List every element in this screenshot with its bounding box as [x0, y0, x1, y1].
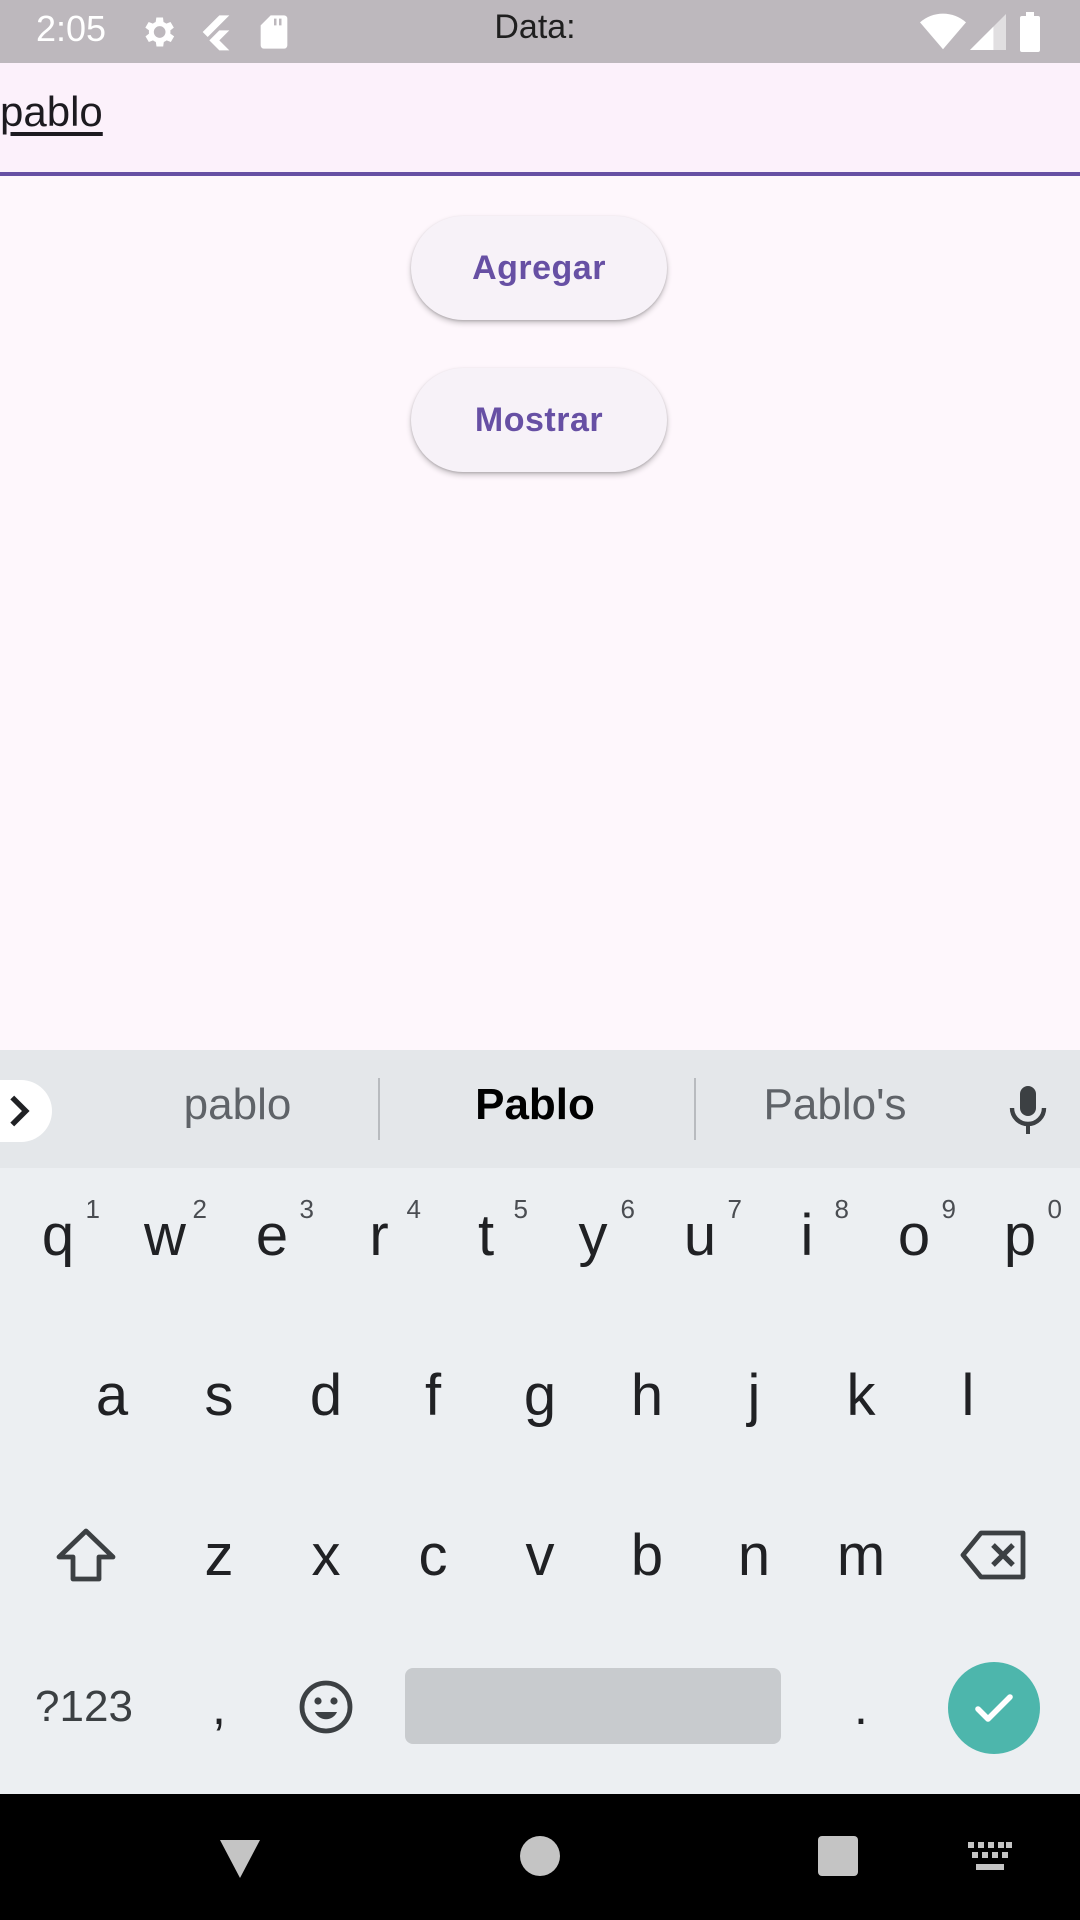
period-key[interactable]: . — [811, 1652, 911, 1762]
key-o[interactable]: o9 — [864, 1180, 964, 1290]
key-g[interactable]: g — [490, 1340, 590, 1450]
battery-icon — [1018, 12, 1044, 52]
key-x[interactable]: x — [276, 1500, 376, 1610]
emoji-icon — [299, 1680, 353, 1734]
key-k[interactable]: k — [811, 1340, 911, 1450]
expand-suggestions-button[interactable] — [0, 1080, 52, 1142]
wifi-icon — [920, 12, 966, 52]
key-i[interactable]: i8 — [757, 1180, 857, 1290]
symbols-key[interactable]: ?123 — [24, 1652, 144, 1762]
key-p[interactable]: p0 — [970, 1180, 1070, 1290]
status-title: Data: — [494, 8, 576, 46]
suggestion-item[interactable]: Pablo's — [730, 1080, 940, 1130]
name-input[interactable]: pablo — [0, 63, 1080, 176]
navigation-bar — [0, 1794, 1080, 1920]
key-r[interactable]: r4 — [329, 1180, 429, 1290]
enter-key[interactable] — [948, 1662, 1040, 1754]
suggestion-divider — [378, 1078, 380, 1140]
key-a[interactable]: a — [62, 1340, 162, 1450]
key-s[interactable]: s — [169, 1340, 269, 1450]
comma-key[interactable]: , — [169, 1652, 269, 1762]
key-t[interactable]: t5 — [436, 1180, 536, 1290]
key-c[interactable]: c — [383, 1500, 483, 1610]
key-q[interactable]: q1 — [8, 1180, 108, 1290]
key-m[interactable]: m — [811, 1500, 911, 1610]
key-z[interactable]: z — [169, 1500, 269, 1610]
key-u[interactable]: u7 — [650, 1180, 750, 1290]
suggestion-divider — [694, 1078, 696, 1140]
check-icon — [975, 1694, 1013, 1722]
suggestion-item[interactable]: Pablo — [430, 1080, 640, 1130]
back-icon[interactable] — [216, 1836, 264, 1885]
backspace-key[interactable] — [944, 1500, 1044, 1610]
key-n[interactable]: n — [704, 1500, 804, 1610]
space-key[interactable] — [405, 1668, 781, 1744]
name-input-value[interactable]: pablo — [0, 88, 103, 136]
home-icon[interactable] — [520, 1836, 560, 1881]
key-e[interactable]: e3 — [222, 1180, 322, 1290]
key-v[interactable]: v — [490, 1500, 590, 1610]
key-d[interactable]: d — [276, 1340, 376, 1450]
chevron-right-icon — [10, 1095, 30, 1127]
recents-icon[interactable] — [818, 1836, 858, 1881]
suggestion-bar: pablo Pablo Pablo's — [0, 1050, 1080, 1168]
backspace-icon — [960, 1530, 1026, 1580]
soft-keyboard: pablo Pablo Pablo's q1 w2 e3 r4 t5 y6 u7… — [0, 1050, 1080, 1794]
key-f[interactable]: f — [383, 1340, 483, 1450]
signal-icon — [970, 12, 1010, 52]
show-button[interactable]: Mostrar — [411, 368, 667, 472]
add-button[interactable]: Agregar — [411, 216, 667, 320]
suggestion-item[interactable]: pablo — [130, 1080, 345, 1130]
emoji-key[interactable] — [276, 1652, 376, 1762]
key-l[interactable]: l — [918, 1340, 1018, 1450]
key-y[interactable]: y6 — [543, 1180, 643, 1290]
key-h[interactable]: h — [597, 1340, 697, 1450]
shift-key[interactable] — [36, 1500, 136, 1610]
key-w[interactable]: w2 — [115, 1180, 215, 1290]
microphone-icon[interactable] — [1008, 1084, 1048, 1141]
status-bar: 2:05 Data: — [0, 0, 1080, 63]
key-j[interactable]: j — [704, 1340, 804, 1450]
key-b[interactable]: b — [597, 1500, 697, 1610]
keyboard-icon[interactable] — [968, 1842, 1012, 1877]
shift-icon — [56, 1528, 116, 1582]
